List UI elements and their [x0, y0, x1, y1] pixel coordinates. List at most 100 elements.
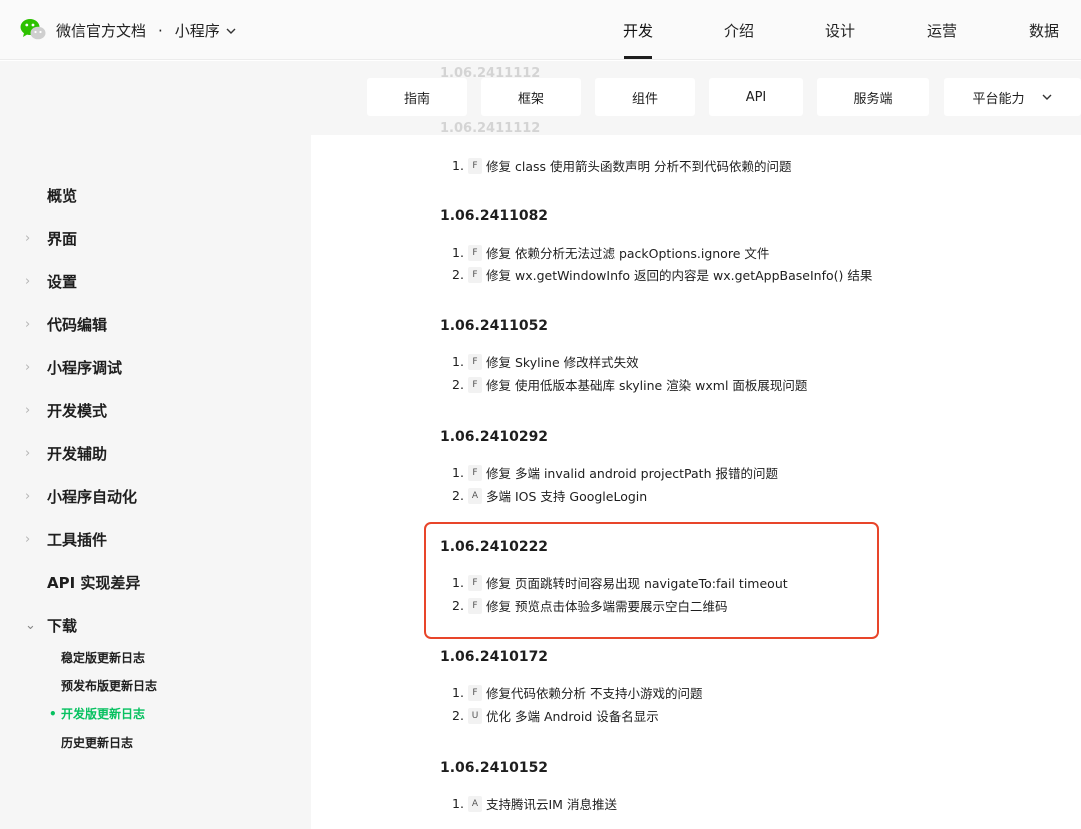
list-number: 1. — [452, 465, 464, 480]
chevron-right-icon: › — [25, 231, 31, 246]
tab-components[interactable]: 组件 — [595, 78, 695, 116]
list-number: 2. — [452, 267, 464, 282]
sidebar-item-debugging[interactable]: › 小程序调试 — [25, 357, 122, 378]
sidebar-item-api-diff[interactable]: API 实现差异 — [25, 572, 140, 593]
sidebar-item-automation[interactable]: › 小程序自动化 — [25, 486, 137, 507]
change-tag: A — [468, 487, 482, 504]
tab-label: API — [745, 89, 767, 105]
sidebar-subitem-history-log[interactable]: 历史更新日志 — [61, 734, 133, 751]
list-item: 1. F 修复 Skyline 修改样式失效 — [452, 352, 639, 371]
sidebar-item-label: 下载 — [47, 617, 78, 635]
sidebar-item-download[interactable]: ⌄ 下载 — [25, 615, 77, 636]
sidebar-subitem-prerelease-log[interactable]: 预发布版更新日志 — [61, 677, 157, 694]
list-text: 优化 多端 Android 设备名显示 — [486, 709, 659, 724]
list-text: 修复 Skyline 修改样式失效 — [486, 355, 639, 370]
sidebar-item-label: 小程序调试 — [47, 359, 123, 377]
wechat-logo-icon[interactable] — [20, 18, 46, 42]
nav-data[interactable]: 数据 — [1029, 20, 1059, 41]
list-number: 2. — [452, 377, 464, 392]
change-tag: F — [468, 244, 482, 261]
list-item: 1. F 修复 多端 invalid android projectPath 报错的… — [452, 463, 778, 482]
tab-label: 框架 — [517, 91, 544, 107]
sidebar-item-overview[interactable]: 概览 — [25, 185, 77, 206]
list-number: 1. — [452, 158, 464, 173]
list-item: 2. F 修复 使用低版本基础库 skyline 渲染 wxml 面板展现问题 — [452, 375, 807, 394]
tab-server[interactable]: 服务端 — [817, 78, 929, 116]
chevron-down-icon[interactable] — [225, 25, 237, 37]
sidebar-item-dev-assist[interactable]: › 开发辅助 — [25, 443, 107, 464]
chevron-right-icon: › — [25, 360, 31, 375]
sidebar-item-settings[interactable]: › 设置 — [25, 271, 77, 292]
list-text: 多端 IOS 支持 GoogleLogin — [486, 489, 648, 504]
version-heading: 1.06.2410152 — [440, 760, 549, 776]
sidebar-item-label: 小程序自动化 — [47, 488, 138, 506]
change-tag: U — [468, 707, 482, 724]
brand-separator: · — [158, 21, 163, 40]
chevron-down-icon[interactable] — [1041, 91, 1053, 103]
tab-label: 平台能力 — [972, 91, 1025, 107]
nav-operation[interactable]: 运营 — [927, 20, 957, 41]
nav-intro[interactable]: 介绍 — [724, 20, 754, 41]
tab-label: 指南 — [403, 91, 430, 107]
sidebar-item-label: 开发模式 — [47, 402, 108, 420]
list-item: 1. F 修复代码依赖分析 不支持小游戏的问题 — [452, 683, 702, 702]
sidebar-item-label: 设置 — [47, 273, 78, 291]
list-text: 修复 使用低版本基础库 skyline 渲染 wxml 面板展现问题 — [486, 378, 808, 393]
tab-label: 服务端 — [853, 91, 893, 107]
top-header: 微信官方文档 · 小程序 开发 介绍 设计 运营 数据 — [0, 0, 1081, 60]
list-number: 1. — [452, 796, 464, 811]
version-heading: 1.06.2410172 — [440, 649, 549, 665]
product-switcher[interactable]: 小程序 — [175, 20, 237, 41]
brand[interactable]: 微信官方文档 · 小程序 — [56, 20, 237, 41]
chevron-right-icon: › — [25, 403, 31, 418]
change-tag: F — [468, 464, 482, 481]
list-item: 1. A 支持腾讯云IM 消息推送 — [452, 794, 617, 813]
sidebar-item-plugins[interactable]: › 工具插件 — [25, 529, 107, 550]
list-item: 2. F 修复 wx.getWindowInfo 返回的内容是 wx.getAppB… — [452, 265, 872, 284]
sidebar-item-code-editing[interactable]: › 代码编辑 — [25, 314, 107, 335]
list-text: 支持腾讯云IM 消息推送 — [486, 797, 617, 812]
sidebar-item-interface[interactable]: › 界面 — [25, 228, 77, 249]
list-item: 2. U 优化 多端 Android 设备名显示 — [452, 706, 659, 725]
sidebar-item-label: 代码编辑 — [47, 316, 108, 334]
version-heading: 1.06.2411052 — [440, 318, 549, 334]
product-label[interactable]: 小程序 — [175, 20, 220, 41]
change-tag: F — [468, 157, 482, 174]
change-tag: F — [468, 266, 482, 283]
change-tag: A — [468, 795, 482, 812]
sidebar-item-label: 开发辅助 — [47, 445, 108, 463]
active-bullet: • — [49, 707, 57, 721]
tab-label: 组件 — [631, 91, 658, 107]
list-text: 修复 class 使用箭头函数声明 分析不到代码依赖的问题 — [486, 159, 792, 174]
sidebar-subitem-stable-log[interactable]: 稳定版更新日志 — [61, 649, 145, 666]
list-item: 1. F 修复 依赖分析无法过滤 packOptions.ignore 文件 — [452, 243, 769, 262]
change-tag: F — [468, 684, 482, 701]
ghost-version-text: 1.06.2411112 — [440, 121, 541, 136]
sidebar-item-label: 工具插件 — [47, 531, 108, 549]
version-heading: 1.06.2411082 — [440, 208, 549, 224]
nav-develop[interactable]: 开发 — [623, 20, 653, 41]
tab-guide[interactable]: 指南 — [367, 78, 467, 116]
sidebar-subitem-nightly-log[interactable]: • 开发版更新日志 — [49, 705, 145, 722]
sidebar-item-label: 概览 — [47, 187, 78, 205]
tab-api[interactable]: API — [709, 78, 803, 116]
chevron-down-icon: ⌄ — [25, 618, 36, 633]
sidebar-item-dev-mode[interactable]: › 开发模式 — [25, 400, 107, 421]
chevron-right-icon: › — [25, 317, 31, 332]
highlight-box — [424, 522, 879, 639]
tab-framework[interactable]: 框架 — [481, 78, 581, 116]
sidebar-item-label: API 实现差异 — [47, 574, 141, 592]
nav-design[interactable]: 设计 — [825, 20, 855, 41]
list-text: 修复 wx.getWindowInfo 返回的内容是 wx.getAppBase… — [486, 268, 873, 283]
chevron-right-icon: › — [25, 532, 31, 547]
list-number: 1. — [452, 354, 464, 369]
list-text: 修复 依赖分析无法过滤 packOptions.ignore 文件 — [486, 246, 770, 261]
list-number: 1. — [452, 685, 464, 700]
brand-title[interactable]: 微信官方文档 — [56, 20, 146, 41]
change-tag: F — [468, 353, 482, 370]
active-nav-indicator — [624, 56, 652, 59]
list-number: 2. — [452, 708, 464, 723]
version-heading: 1.06.2410292 — [440, 429, 549, 445]
tab-platform-capabilities[interactable]: 平台能力 — [944, 78, 1081, 116]
chevron-right-icon: › — [25, 446, 31, 461]
